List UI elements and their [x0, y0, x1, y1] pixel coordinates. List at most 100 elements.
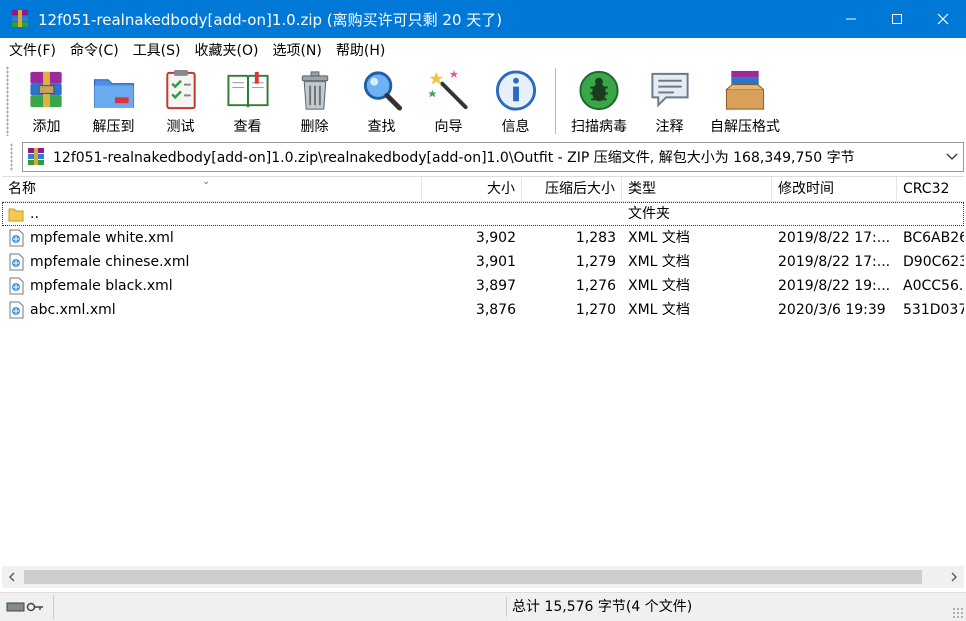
virus-scan-bug-icon: [579, 70, 619, 111]
extract-to-label: 解压到: [92, 119, 135, 135]
menu-commands[interactable]: 命令(C): [63, 38, 126, 64]
find-button[interactable]: 查找: [348, 64, 415, 136]
file-type: XML 文档: [628, 254, 690, 270]
file-type: XML 文档: [628, 278, 690, 294]
table-row[interactable]: mpfemale black.xml 3,897 1,276 XML 文档 20…: [2, 274, 964, 298]
maximize-button[interactable]: [874, 0, 920, 38]
magic-wand-icon: [427, 69, 468, 110]
extract-to-button[interactable]: 解压到: [80, 64, 147, 136]
scroll-left-button[interactable]: [2, 566, 22, 588]
winrar-app-icon[interactable]: [10, 9, 30, 29]
toolbar: 添加 解压到 测试 查看 删除 查找 向导 信息 扫描病毒 注释 自解压格式: [0, 64, 966, 138]
delete-button[interactable]: 删除: [281, 64, 348, 136]
file-crc: 531D037: [903, 302, 964, 318]
comment-label: 注释: [655, 119, 684, 135]
maximize-icon: [892, 14, 902, 24]
file-packed: 1,279: [575, 254, 616, 270]
address-bar[interactable]: 12f051-realnakedbody[add-on]1.0.zip\real…: [22, 142, 964, 172]
table-row[interactable]: mpfemale white.xml 3,902 1,283 XML 文档 20…: [2, 226, 964, 250]
address-dropdown-button[interactable]: [941, 143, 963, 171]
status-icons: [0, 595, 54, 619]
menu-options[interactable]: 选项(N): [265, 38, 328, 64]
file-crc: D90C623: [903, 254, 964, 270]
address-row: 12f051-realnakedbody[add-on]1.0.zip\real…: [0, 141, 966, 173]
drive-icon[interactable]: [6, 601, 26, 613]
info-icon: [495, 70, 536, 111]
minimize-button[interactable]: [828, 0, 874, 38]
table-row[interactable]: mpfemale chinese.xml 3,901 1,279 XML 文档 …: [2, 250, 964, 274]
status-bar: 总计 15,576 字节(4 个文件): [0, 592, 966, 621]
file-packed: 1,276: [575, 278, 616, 294]
file-size: 3,902: [475, 230, 516, 246]
add-label: 添加: [32, 119, 61, 135]
chevron-right-icon: [951, 572, 957, 582]
file-modified: 2020/3/6 19:39: [778, 302, 886, 318]
file-modified: 2019/8/22 17:...: [778, 230, 891, 246]
file-crc: [897, 202, 964, 226]
file-name: mpfemale black.xml: [30, 278, 173, 294]
file-size: 3,897: [475, 278, 516, 294]
column-size[interactable]: 大小: [422, 177, 522, 202]
file-type: XML 文档: [628, 230, 690, 246]
file-packed: 1,270: [575, 302, 616, 318]
name-cell: ..: [2, 202, 422, 226]
chevron-left-icon: [9, 572, 15, 582]
sort-arrow-icon: ⌄: [202, 177, 211, 187]
extract-folder-icon: [93, 79, 134, 108]
table-row[interactable]: abc.xml.xml 3,876 1,270 XML 文档 2020/3/6 …: [2, 298, 964, 322]
column-name-label: 名称: [8, 181, 36, 197]
key-icon[interactable]: [26, 601, 44, 613]
find-label: 查找: [367, 119, 396, 135]
file-name: mpfemale white.xml: [30, 230, 174, 246]
file-list[interactable]: 名称 ⌄ 大小 压缩后大小 类型 修改时间 CRC32 .. 文件夹 mpfem…: [2, 176, 964, 567]
column-crc32[interactable]: CRC32: [897, 177, 964, 202]
menu-file[interactable]: 文件(F): [2, 38, 63, 64]
scroll-thumb[interactable]: [24, 570, 922, 584]
window-title: 12f051-realnakedbody[add-on]1.0.zip (离购买…: [38, 10, 503, 29]
table-row-parent[interactable]: .. 文件夹: [2, 202, 964, 226]
comment-button[interactable]: 注释: [636, 64, 703, 136]
view-button[interactable]: 查看: [214, 64, 281, 136]
menu-tools[interactable]: 工具(S): [126, 38, 188, 64]
scan-virus-button[interactable]: 扫描病毒: [562, 64, 636, 136]
xml-file-icon: [9, 253, 24, 271]
file-rows: .. 文件夹 mpfemale white.xml 3,902 1,283 XM…: [2, 202, 964, 322]
name-cell: mpfemale chinese.xml: [2, 250, 422, 274]
file-size: [422, 202, 522, 226]
close-button[interactable]: [920, 0, 966, 38]
file-size: 3,901: [475, 254, 516, 270]
sfx-button[interactable]: 自解压格式: [703, 64, 787, 136]
column-type[interactable]: 类型: [622, 177, 772, 202]
toolbar-grip[interactable]: [6, 66, 9, 136]
address-grip[interactable]: [10, 143, 13, 171]
comment-bubble-icon: [650, 72, 689, 108]
sfx-label: 自解压格式: [710, 119, 780, 135]
menu-favorites[interactable]: 收藏夹(O): [188, 38, 266, 64]
file-packed: [522, 202, 622, 226]
file-crc: BC6AB26: [903, 230, 964, 246]
file-modified: 2019/8/22 17:...: [778, 254, 891, 270]
file-type: 文件夹: [628, 206, 670, 222]
column-name[interactable]: 名称 ⌄: [2, 177, 422, 202]
scan-virus-label: 扫描病毒: [571, 119, 627, 135]
file-packed: 1,283: [575, 230, 616, 246]
menu-bar: 文件(F) 命令(C) 工具(S) 收藏夹(O) 选项(N) 帮助(H): [0, 38, 966, 64]
wizard-label: 向导: [434, 119, 463, 135]
info-button[interactable]: 信息: [482, 64, 549, 136]
file-name: abc.xml.xml: [30, 302, 116, 318]
test-button[interactable]: 测试: [147, 64, 214, 136]
file-modified: 2019/8/22 19:...: [778, 278, 891, 294]
add-button[interactable]: 添加: [13, 64, 80, 136]
info-label: 信息: [501, 119, 530, 135]
resize-grip[interactable]: [952, 607, 964, 619]
minimize-icon: [846, 18, 856, 20]
chevron-down-icon: [946, 153, 958, 160]
wizard-button[interactable]: 向导: [415, 64, 482, 136]
file-name: ..: [30, 206, 39, 222]
toolbar-separator: [555, 68, 556, 134]
menu-help[interactable]: 帮助(H): [329, 38, 392, 64]
column-packed[interactable]: 压缩后大小: [522, 177, 622, 202]
scroll-right-button[interactable]: [944, 566, 964, 588]
column-modified[interactable]: 修改时间: [772, 177, 897, 202]
horizontal-scrollbar[interactable]: [2, 566, 964, 588]
